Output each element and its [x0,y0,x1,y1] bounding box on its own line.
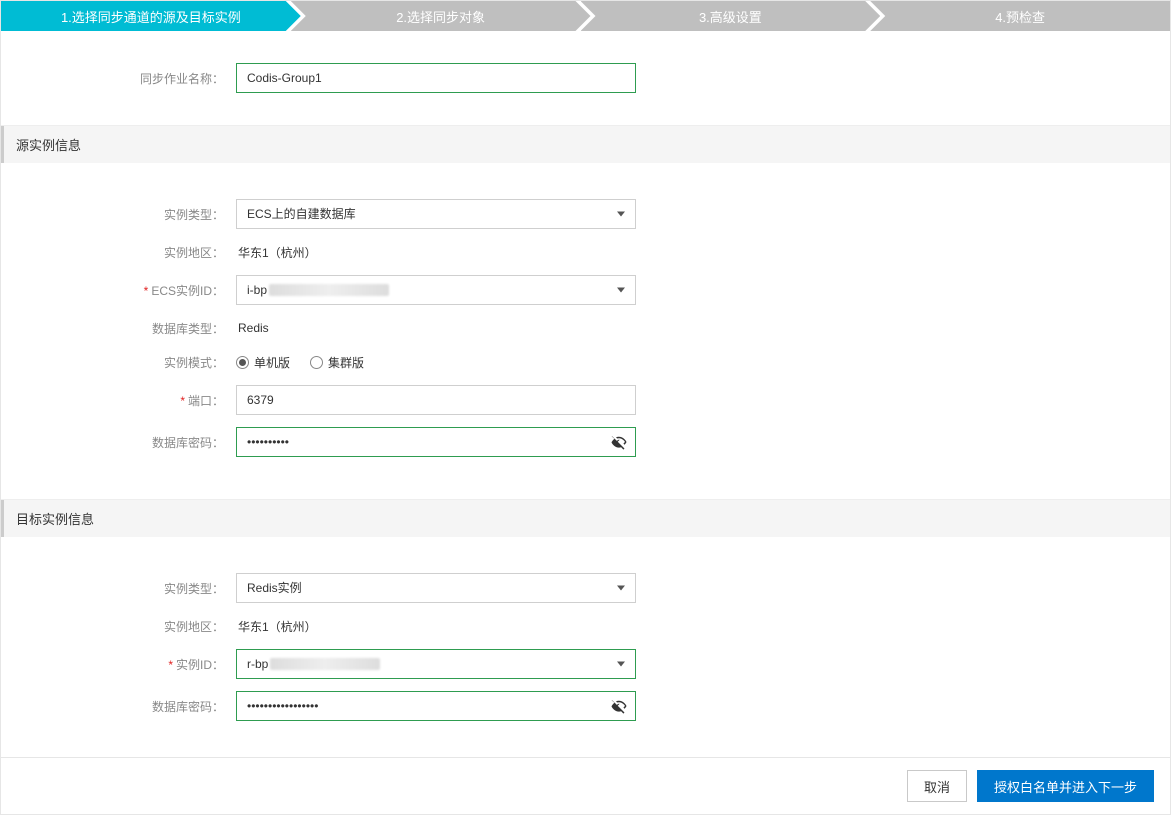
source-region-value: 华东1（杭州） [236,244,317,261]
source-db-type-label: 数据库类型： [1,320,236,337]
source-instance-panel: 源实例信息 实例类型： ECS上的自建数据库 实例地区： 华东1（杭州） [1,125,1170,493]
target-region-label: 实例地区： [1,618,236,635]
target-instance-id-combo[interactable]: r-bp [236,649,636,679]
wizard-step-4[interactable]: 4.预检查 [870,1,1170,31]
source-mode-label: 实例模式： [1,354,236,371]
source-db-password-label: 数据库密码： [1,434,236,451]
source-db-password-input[interactable] [236,427,636,457]
wizard-stepbar: 1.选择同步通道的源及目标实例 2.选择同步对象 3.高级设置 4.预检查 [1,1,1170,31]
target-instance-panel: 目标实例信息 实例类型： Redis实例 实例地区： 华东1（杭州） [1,499,1170,757]
source-region-label: 实例地区： [1,244,236,261]
chevron-down-icon [617,288,625,293]
target-region-value: 华东1（杭州） [236,618,317,635]
source-instance-type-label: 实例类型： [1,206,236,223]
radio-off-icon [310,356,323,369]
wizard-step-3[interactable]: 3.高级设置 [581,1,881,31]
masked-text [269,284,389,296]
source-ecs-id-combo[interactable]: i-bp [236,275,636,305]
sync-wizard-page: 1.选择同步通道的源及目标实例 2.选择同步对象 3.高级设置 4.预检查 同步… [0,0,1171,815]
wizard-footer: 取消 授权白名单并进入下一步 [1,757,1170,814]
source-mode-cluster-text: 集群版 [328,354,364,371]
source-mode-radio-group: 单机版 集群版 [236,354,364,371]
source-port-input[interactable] [236,385,636,415]
chevron-down-icon [617,212,625,217]
target-instance-type-value: Redis实例 [247,581,302,595]
wizard-step-2[interactable]: 2.选择同步对象 [291,1,591,31]
chevron-down-icon [617,586,625,591]
target-panel-title: 目标实例信息 [1,500,1170,537]
target-instance-type-select[interactable]: Redis实例 [236,573,636,603]
source-port-label: *端口： [1,392,236,409]
radio-on-icon [236,356,249,369]
source-db-type-value: Redis [236,321,269,335]
required-marker: * [168,658,173,672]
target-instance-type-label: 实例类型： [1,580,236,597]
chevron-down-icon [617,662,625,667]
target-instance-id-prefix: r-bp [247,657,268,671]
required-marker: * [180,394,185,408]
source-instance-type-value: ECS上的自建数据库 [247,207,356,221]
source-mode-cluster-radio[interactable]: 集群版 [310,354,364,371]
masked-text [270,658,380,670]
sync-job-name-label: 同步作业名称： [1,70,236,87]
source-ecs-id-label: *ECS实例ID： [1,282,236,299]
eye-off-icon[interactable] [610,433,628,451]
eye-off-icon[interactable] [610,697,628,715]
required-marker: * [144,284,149,298]
job-name-area: 同步作业名称： [1,31,1170,125]
sync-job-name-input[interactable] [236,63,636,93]
source-mode-single-radio[interactable]: 单机版 [236,354,290,371]
target-db-password-label: 数据库密码： [1,698,236,715]
wizard-step-1[interactable]: 1.选择同步通道的源及目标实例 [1,1,301,31]
target-instance-id-label: *实例ID： [1,656,236,673]
source-panel-title: 源实例信息 [1,126,1170,163]
source-ecs-id-prefix: i-bp [247,283,267,297]
target-db-password-input[interactable] [236,691,636,721]
source-mode-single-text: 单机版 [254,354,290,371]
source-instance-type-select[interactable]: ECS上的自建数据库 [236,199,636,229]
